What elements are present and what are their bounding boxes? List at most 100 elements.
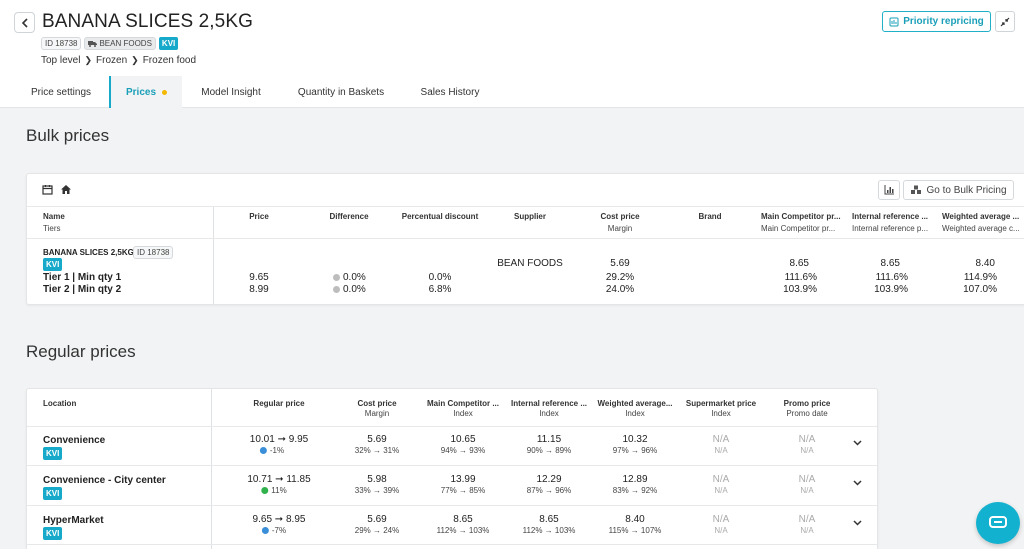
bulk-prices-card: Go to Bulk Pricing Name Tiers Price Diff… — [26, 173, 1024, 305]
collapse-button[interactable] — [995, 11, 1015, 32]
tab-prices[interactable]: Prices — [109, 76, 182, 108]
tier-price: 8.99 — [249, 284, 269, 295]
price-change-value: 11% — [271, 486, 287, 495]
back-button[interactable] — [14, 12, 35, 33]
col-subheader-index: Index — [453, 409, 473, 418]
col-subheader-promo-date: Promo date — [786, 409, 828, 418]
divider — [211, 389, 212, 549]
tab-model-insight[interactable]: Model Insight — [188, 76, 274, 108]
arrow-right-icon: ➞ — [275, 474, 284, 485]
promo-price: N/A — [798, 434, 816, 445]
supermarket-price: N/A — [712, 474, 730, 485]
bar-chart-icon — [884, 185, 894, 195]
tab-quantity-in-baskets[interactable]: Quantity in Baskets — [285, 76, 397, 108]
supermarket-price: N/A — [712, 434, 730, 445]
chat-support-button[interactable] — [976, 502, 1020, 544]
expand-row-chevron-icon[interactable] — [853, 518, 862, 529]
main-competitor-price: 10.65 — [450, 434, 476, 445]
go-to-bulk-pricing-button[interactable]: Go to Bulk Pricing — [903, 180, 1014, 200]
breadcrumb-item[interactable]: Frozen food — [143, 55, 196, 66]
tier-margin: 24.0% — [605, 284, 635, 295]
location-name: Convenience — [43, 435, 106, 446]
tab-label: Quantity in Baskets — [297, 86, 385, 98]
product-internal-reference: 8.65 — [880, 258, 900, 269]
weighted-average-price: 8.40 — [625, 514, 645, 525]
increase-dot-icon — [261, 487, 269, 495]
breadcrumb-item[interactable]: Top level — [41, 55, 80, 66]
promo-date: N/A — [800, 486, 814, 495]
tier-main-competitor: 103.9% — [783, 284, 817, 295]
col-subheader-weighted-average: Weighted average c... — [942, 224, 1020, 233]
collapse-icon — [1000, 17, 1010, 26]
col-header-weighted-average: Weighted average... — [597, 399, 673, 408]
calendar-icon[interactable] — [42, 184, 53, 195]
cost-price: 5.69 — [367, 434, 387, 445]
weighted-average-index: 83% → 92% — [612, 486, 658, 495]
divider — [27, 206, 1024, 207]
tier-weighted-average: 107.0% — [963, 284, 997, 295]
product-supplier: BEAN FOODS — [497, 258, 563, 269]
tier-difference-value: 0.0% — [343, 272, 366, 283]
home-icon[interactable] — [60, 184, 72, 195]
go-to-bulk-pricing-label: Go to Bulk Pricing — [926, 184, 1007, 196]
regular-prices-title: Regular prices — [26, 342, 136, 361]
col-header-regular-price: Regular price — [253, 399, 305, 408]
main-competitor-price: 13.99 — [450, 474, 476, 485]
tier-price: 9.65 — [249, 272, 269, 283]
supplier-tag-label: BEAN FOODS — [99, 38, 152, 48]
col-subheader-main-competitor: Main Competitor pr... — [761, 224, 836, 233]
location-name: HyperMarket — [43, 515, 104, 526]
kvi-badge: KVI — [43, 527, 63, 540]
divider — [27, 426, 877, 427]
tab-label: Price settings — [30, 86, 92, 98]
tier-margin: 29.2% — [605, 272, 635, 283]
product-id-tag: ID 18738 — [133, 246, 174, 259]
col-header-supermarket-price: Supermarket price — [685, 399, 757, 408]
tier-difference: 0.0% — [333, 272, 366, 283]
price-from: 10.01 — [249, 434, 275, 445]
chevron-right-icon: ❯ — [131, 55, 139, 65]
price-from: 10.71 — [247, 474, 273, 485]
chevron-left-icon — [21, 17, 28, 28]
breadcrumb-item[interactable]: Frozen — [96, 55, 127, 66]
internal-reference-price: 11.15 — [536, 434, 562, 445]
tab-sales-history[interactable]: Sales History — [410, 76, 490, 108]
decrease-dot-icon — [261, 527, 269, 535]
product-main-competitor: 8.65 — [789, 258, 809, 269]
arrow-right-icon: ➞ — [277, 434, 286, 445]
col-header-main-competitor: Main Competitor ... — [427, 399, 499, 408]
product-cost-price: 5.69 — [610, 258, 630, 269]
tab-label: Prices — [125, 86, 157, 98]
tier-weighted-average: 114.9% — [963, 272, 997, 283]
neutral-dot-icon — [333, 285, 340, 293]
tier-discount: 6.8% — [428, 284, 452, 295]
tab-label: Model Insight — [201, 86, 261, 98]
tab-label: Sales History — [420, 86, 480, 98]
internal-reference-index: 87% → 96% — [526, 486, 572, 495]
promo-date: N/A — [800, 446, 814, 455]
tab-price-settings[interactable]: Price settings — [18, 76, 104, 108]
cost-price: 5.98 — [367, 474, 387, 485]
col-subheader-index: Index — [711, 409, 731, 418]
main-competitor-index: 112% → 103% — [436, 526, 490, 535]
internal-reference-price: 12.29 — [536, 474, 562, 485]
price-change-percent: -1% — [259, 446, 285, 455]
expand-row-chevron-icon[interactable] — [853, 478, 862, 489]
expand-row-chevron-icon[interactable] — [853, 438, 862, 449]
priority-repricing-label: Priority repricing — [903, 16, 984, 27]
priority-repricing-button[interactable]: Priority repricing — [882, 11, 991, 32]
chart-button[interactable] — [878, 180, 900, 200]
price-change-value: -1% — [269, 446, 285, 455]
kvi-badge: KVI — [43, 258, 63, 271]
price-change-percent: 11% — [261, 486, 287, 495]
internal-reference-index: 112% → 103% — [522, 526, 576, 535]
id-tag: ID 18738 — [41, 37, 82, 50]
internal-reference-price: 8.65 — [539, 514, 559, 525]
col-header-promo-price: Promo price — [783, 399, 831, 408]
unsaved-dot-icon — [162, 89, 168, 95]
col-header-weighted-average: Weighted average ... — [942, 212, 1020, 221]
price-change-percent: -7% — [261, 526, 286, 535]
bulk-prices-title: Bulk prices — [26, 126, 110, 145]
promo-date: N/A — [800, 526, 814, 535]
margin-change: 32% → 31% — [354, 446, 400, 455]
